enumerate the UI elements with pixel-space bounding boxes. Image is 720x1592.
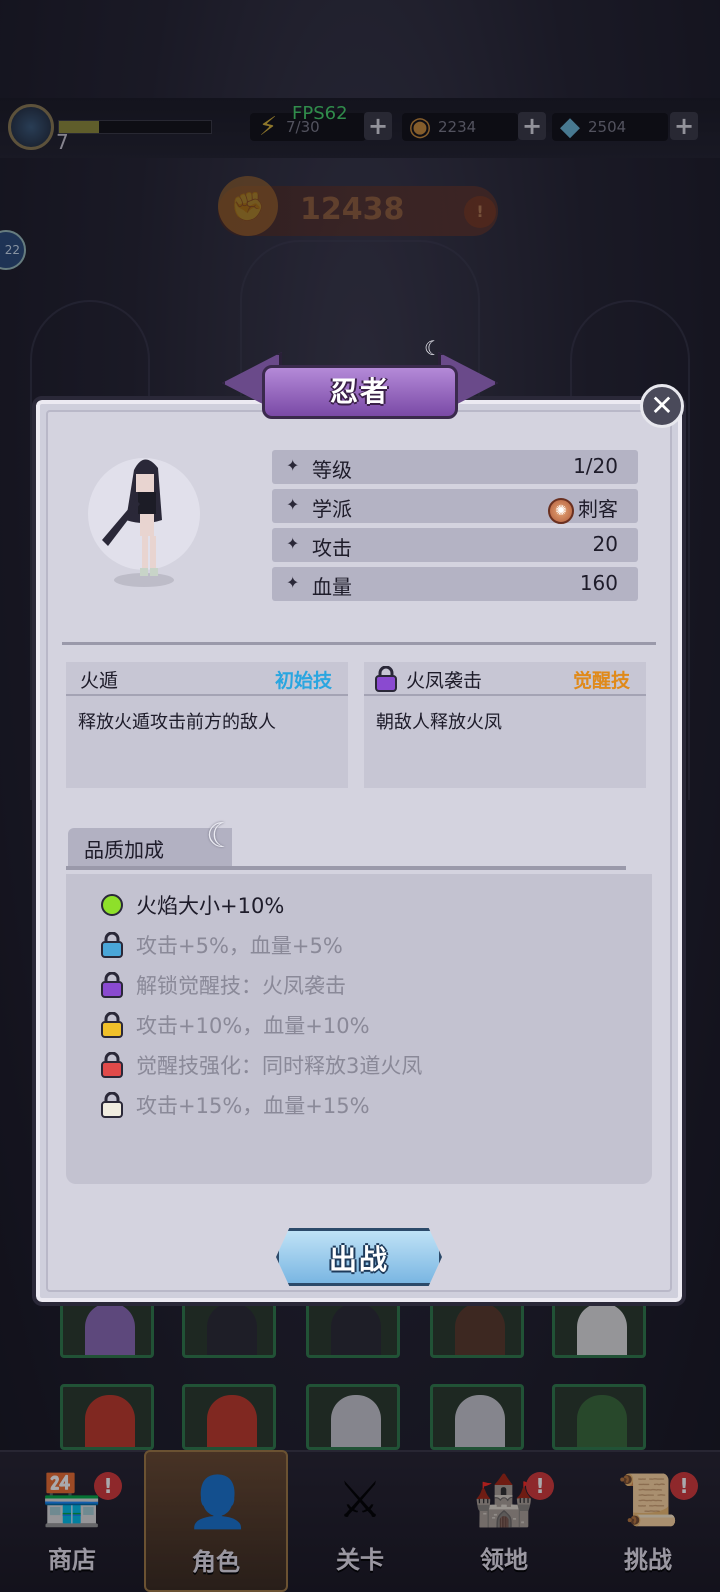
stat-row-class: ✦ 学派 ✺ 刺客: [272, 489, 638, 524]
lock-icon: [101, 932, 123, 958]
stat-row-hp: ✦ 血量 160: [272, 567, 638, 601]
skill-tag: 初始技: [274, 670, 332, 692]
stat-label: 血量: [312, 575, 352, 599]
skill-name: 火凤袭击: [406, 670, 483, 692]
close-button[interactable]: ✕: [640, 384, 684, 428]
deploy-button-label[interactable]: 出战: [276, 1238, 442, 1278]
hero-portrait: [88, 458, 200, 587]
quality-bonus-text: 攻击+15%，血量+15%: [136, 1094, 370, 1118]
skill-card-initial[interactable]: 火遁 初始技 释放火遁攻击前方的敌人: [66, 662, 348, 788]
skill-description: 释放火遁攻击前方的敌人: [78, 712, 276, 733]
stat-value: 20: [592, 532, 618, 556]
skill-card-awaken[interactable]: 火凤袭击 觉醒技 朝敌人释放火凤: [364, 662, 646, 788]
assassin-class-icon: ✺: [548, 497, 574, 524]
lock-icon: [101, 1012, 123, 1038]
skill-tag: 觉醒技: [572, 670, 630, 692]
stat-value: 160: [579, 571, 618, 595]
lock-icon: [101, 972, 123, 998]
lock-icon: [101, 1052, 123, 1078]
star-icon: ✦: [286, 534, 300, 553]
quality-bonus-text: 觉醒技强化：同时释放3道火凤: [136, 1054, 423, 1078]
quality-bonus-text: 攻击+5%，血量+5%: [136, 934, 343, 958]
quality-bonus-text: 火焰大小+10%: [136, 894, 285, 918]
lock-icon: [101, 1092, 123, 1118]
stat-value: 1/20: [573, 454, 618, 478]
stat-label: 学派: [312, 497, 352, 521]
stat-row-level: ✦ 等级 1/20: [272, 450, 638, 484]
green-dot-icon: [101, 894, 123, 916]
stat-value: ✺ 刺客: [548, 493, 618, 524]
stat-label: 攻击: [312, 536, 352, 560]
lock-icon: [375, 666, 397, 692]
moon-ornament-icon: ☾: [206, 816, 237, 856]
quality-bonus-text: 攻击+10%，血量+10%: [136, 1014, 370, 1038]
class-name: 刺客: [578, 497, 618, 521]
quality-divider: [66, 866, 626, 870]
skill-name: 火遁: [80, 670, 119, 692]
section-divider: [62, 642, 656, 645]
star-icon: ✦: [286, 495, 300, 514]
skill-description: 朝敌人释放火凤: [376, 712, 502, 733]
quality-bonus-text: 解锁觉醒技：火凤袭击: [136, 974, 346, 998]
star-icon: ✦: [286, 573, 300, 592]
stat-label: 等级: [312, 458, 352, 482]
star-icon: ✦: [286, 456, 300, 475]
hero-name: 忍者: [329, 375, 390, 408]
moon-ornament-icon: ☾: [424, 336, 442, 360]
stat-row-attack: ✦ 攻击 20: [272, 528, 638, 562]
